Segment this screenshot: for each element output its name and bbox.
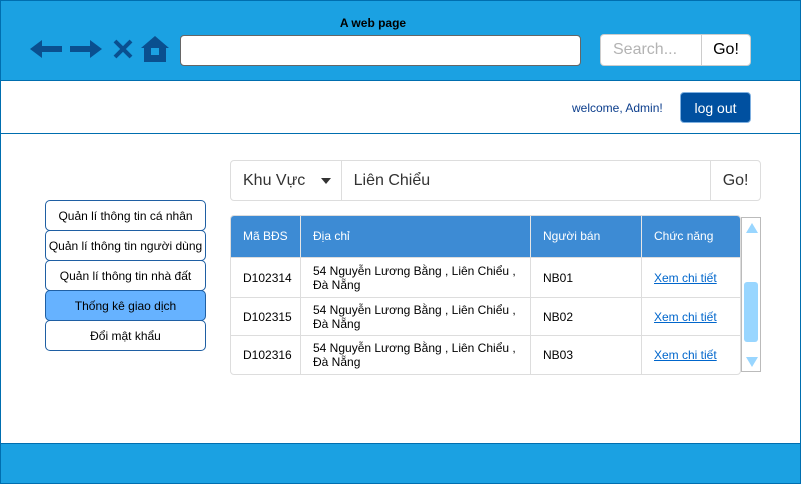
- cell-code: D102315: [231, 298, 301, 335]
- cell-seller: NB03: [531, 336, 642, 374]
- browser-search-button[interactable]: Go!: [701, 34, 751, 66]
- page-title: A web page: [339, 16, 407, 30]
- area-select-value: Khu Vực: [243, 171, 306, 189]
- cell-address: 54 Nguyễn Lương Bằng , Liên Chiểu , Đà N…: [301, 336, 531, 374]
- scroll-down-icon[interactable]: [744, 354, 759, 369]
- sidebar-item-users[interactable]: Quản lí thông tin người dùng: [45, 230, 206, 261]
- home-icon: [141, 36, 169, 62]
- arrow-left-icon: [30, 40, 62, 58]
- scroll-up-icon[interactable]: [744, 220, 759, 235]
- filter-bar: Khu Vực Go!: [230, 160, 761, 201]
- welcome-text: welcome, Admin!: [572, 101, 663, 115]
- sidebar-item-change-password[interactable]: Đổi mật khẩu: [45, 320, 206, 351]
- cell-seller: NB01: [531, 258, 642, 297]
- sidebar-item-transaction-stats[interactable]: Thống kê giao dịch: [45, 290, 206, 321]
- column-header-code: Mã BĐS: [231, 216, 301, 257]
- home-button[interactable]: [138, 34, 172, 64]
- logout-button[interactable]: log out: [680, 92, 751, 123]
- caret-down-icon: [320, 177, 331, 184]
- filter-go-button[interactable]: Go!: [710, 161, 760, 200]
- column-header-address: Địa chỉ: [301, 216, 531, 257]
- stop-button[interactable]: [110, 34, 136, 64]
- address-bar[interactable]: [180, 35, 581, 66]
- view-details-link[interactable]: Xem chi tiết: [654, 310, 717, 324]
- arrow-right-icon: [70, 40, 102, 58]
- view-details-link[interactable]: Xem chi tiết: [654, 271, 717, 285]
- cell-code: D102314: [231, 258, 301, 297]
- scroll-thumb[interactable]: [744, 282, 758, 342]
- cell-address: 54 Nguyễn Lương Bằng , Liên Chiểu , Đà N…: [301, 298, 531, 335]
- area-select[interactable]: Khu Vực: [231, 161, 342, 200]
- close-icon: [113, 39, 133, 59]
- browser-search-input[interactable]: [600, 34, 701, 66]
- sidebar-item-properties[interactable]: Quản lí thông tin nhà đất: [45, 260, 206, 291]
- table-scrollbar[interactable]: [741, 217, 761, 372]
- sidebar-menu: Quản lí thông tin cá nhân Quản lí thông …: [45, 200, 206, 351]
- back-button[interactable]: [28, 34, 64, 64]
- table-row: D102316 54 Nguyễn Lương Bằng , Liên Chiể…: [231, 335, 740, 374]
- table-row: D102314 54 Nguyễn Lương Bằng , Liên Chiể…: [231, 257, 740, 297]
- area-input[interactable]: [341, 161, 711, 200]
- sidebar-item-personal-info[interactable]: Quản lí thông tin cá nhân: [45, 200, 206, 231]
- property-table: Mã BĐS Địa chỉ Người bán Chức năng D1023…: [230, 215, 741, 375]
- column-header-actions: Chức năng: [654, 229, 714, 243]
- cell-seller: NB02: [531, 298, 642, 335]
- table-header: Mã BĐS Địa chỉ Người bán Chức năng: [231, 216, 740, 257]
- forward-button[interactable]: [68, 34, 104, 64]
- table-row: D102315 54 Nguyễn Lương Bằng , Liên Chiể…: [231, 297, 740, 335]
- view-details-link[interactable]: Xem chi tiết: [654, 348, 717, 362]
- cell-code: D102316: [231, 336, 301, 374]
- column-header-seller: Người bán: [531, 216, 642, 257]
- page-footer: [0, 443, 801, 484]
- browser-search: Go!: [600, 34, 751, 66]
- cell-address: 54 Nguyễn Lương Bằng , Liên Chiểu , Đà N…: [301, 258, 531, 297]
